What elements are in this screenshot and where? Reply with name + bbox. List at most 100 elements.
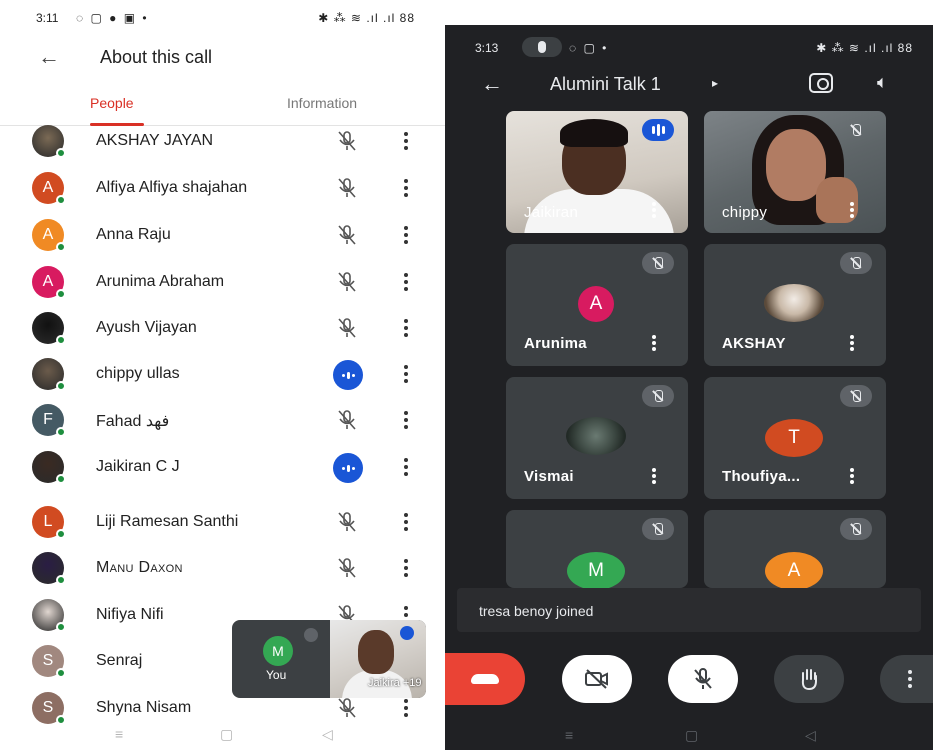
participant-name: chippy ullas bbox=[96, 365, 180, 382]
participant-row[interactable]: Ayush Vijayan bbox=[0, 306, 445, 352]
participant-avatar bbox=[32, 358, 66, 391]
online-status-dot bbox=[56, 195, 66, 205]
tile-name: chippy bbox=[722, 204, 768, 221]
more-vert-icon[interactable] bbox=[400, 176, 412, 200]
more-vert-icon[interactable] bbox=[400, 408, 412, 432]
toast-text: tresa benoy joined bbox=[479, 603, 594, 619]
mic-off-icon bbox=[338, 410, 356, 430]
switch-camera-icon[interactable] bbox=[809, 73, 833, 93]
more-vert-icon[interactable] bbox=[400, 556, 412, 580]
participant-name: Fahad فهد bbox=[96, 413, 170, 430]
online-status-dot bbox=[56, 335, 66, 345]
online-status-dot bbox=[56, 289, 66, 299]
more-vert-icon[interactable] bbox=[652, 468, 658, 484]
status-system-icons: ✱ ⁂ ≋ .ıl .ıl 88 bbox=[816, 41, 913, 55]
call-header: ← Alumini Talk 1 ▸ 🔈︎ bbox=[445, 65, 933, 105]
participant-row[interactable]: Jaikiran C J bbox=[0, 445, 445, 491]
mic-off-icon bbox=[338, 131, 356, 151]
participant-tile-a[interactable]: A bbox=[704, 510, 886, 588]
system-nav-bar: ≡ ▢ ◁ bbox=[0, 722, 445, 750]
more-vert-icon[interactable] bbox=[400, 270, 412, 294]
mic-off-icon bbox=[840, 252, 872, 274]
meeting-title[interactable]: Alumini Talk 1 bbox=[550, 74, 661, 95]
tab-information[interactable]: Information bbox=[287, 95, 357, 111]
camera-toggle-button[interactable] bbox=[562, 655, 632, 703]
arrow-left-icon[interactable]: ← bbox=[38, 44, 60, 70]
self-label: You bbox=[266, 668, 287, 682]
tile-name: Vismai bbox=[524, 468, 574, 485]
mic-off-icon bbox=[642, 385, 674, 407]
speaker-video-thumbnail: Jaikira +19 bbox=[330, 620, 426, 698]
chevron-right-icon[interactable]: ▸ bbox=[712, 76, 718, 90]
end-call-button[interactable] bbox=[445, 653, 525, 705]
more-vert-icon[interactable] bbox=[652, 335, 658, 351]
more-vert-icon[interactable] bbox=[850, 335, 856, 351]
tile-photo-avatar bbox=[764, 284, 824, 322]
home-nav-icon[interactable]: ▢ bbox=[220, 726, 233, 743]
participant-avatar: S bbox=[32, 692, 66, 725]
more-vert-icon[interactable] bbox=[400, 316, 412, 340]
online-status-dot bbox=[56, 529, 66, 539]
mic-off-icon bbox=[840, 518, 872, 540]
participant-row[interactable]: L Liji Ramesan Santhi bbox=[0, 500, 445, 546]
mic-off-icon bbox=[338, 272, 356, 292]
participant-avatar: A bbox=[32, 219, 66, 252]
self-avatar: M bbox=[263, 636, 293, 666]
participant-row[interactable]: A Arunima Abraham bbox=[0, 260, 445, 306]
participant-row[interactable]: A Anna Raju bbox=[0, 213, 445, 259]
menu-nav-icon[interactable]: ≡ bbox=[565, 727, 573, 743]
participant-tile-arunima[interactable]: A Arunima bbox=[506, 244, 688, 366]
tile-name: Arunima bbox=[524, 335, 587, 352]
participant-row[interactable]: F Fahad فهد bbox=[0, 398, 445, 444]
participant-name: Liji Ramesan Santhi bbox=[96, 513, 239, 530]
status-system-icons: ✱ ⁂ ≋ .ıl .ıl 88 bbox=[318, 11, 415, 25]
phone-hangup-icon bbox=[471, 674, 499, 684]
about-call-screen: 3:11 ◌ ▢ ● ▣ • ✱ ⁂ ≋ .ıl .ıl 88 ← About … bbox=[0, 0, 445, 750]
raise-hand-button[interactable] bbox=[774, 655, 844, 703]
more-vert-icon[interactable] bbox=[400, 455, 412, 479]
participant-tile-vismai[interactable]: Vismai bbox=[506, 377, 688, 499]
more-vert-icon[interactable] bbox=[850, 468, 856, 484]
participant-avatar bbox=[32, 552, 66, 585]
video-off-icon bbox=[585, 669, 608, 689]
more-vert-icon[interactable] bbox=[652, 202, 658, 218]
participant-tile-m[interactable]: M bbox=[506, 510, 688, 588]
home-nav-icon[interactable]: ▢ bbox=[685, 727, 698, 744]
participant-row[interactable]: Manu Daxon bbox=[0, 546, 445, 592]
self-view-pip[interactable]: M You Jaikira +19 bbox=[232, 620, 426, 698]
mic-off-icon bbox=[338, 318, 356, 338]
participant-avatar bbox=[32, 451, 66, 484]
online-status-dot bbox=[56, 668, 66, 678]
tile-photo-avatar bbox=[566, 417, 626, 455]
arrow-left-icon[interactable]: ← bbox=[481, 71, 503, 97]
participant-tile-jaikiran[interactable]: Jaikiran bbox=[506, 111, 688, 233]
more-vert-icon[interactable] bbox=[400, 223, 412, 247]
participant-avatar: F bbox=[32, 404, 66, 437]
more-vert-icon[interactable] bbox=[400, 362, 412, 386]
mic-off-icon bbox=[840, 385, 872, 407]
mic-toggle-button[interactable] bbox=[668, 655, 738, 703]
more-vert-icon[interactable] bbox=[400, 510, 412, 534]
participant-name: Anna Raju bbox=[96, 226, 171, 243]
more-vert-icon[interactable] bbox=[400, 129, 412, 153]
tab-people[interactable]: People bbox=[90, 95, 134, 111]
back-nav-icon[interactable]: ◁ bbox=[322, 726, 333, 743]
participant-avatar: S bbox=[32, 645, 66, 678]
status-bar: 3:11 ◌ ▢ ● ▣ • ✱ ⁂ ≋ .ıl .ıl 88 bbox=[0, 0, 445, 34]
menu-nav-icon[interactable]: ≡ bbox=[115, 726, 123, 742]
participant-row[interactable]: A Alfiya Alfiya shajahan bbox=[0, 166, 445, 212]
online-status-dot bbox=[56, 575, 66, 585]
participant-row[interactable]: chippy ullas bbox=[0, 352, 445, 398]
screenshot-stage: 3:11 ◌ ▢ ● ▣ • ✱ ⁂ ≋ .ıl .ıl 88 ← About … bbox=[0, 0, 933, 750]
more-vert-icon[interactable] bbox=[850, 202, 856, 218]
participant-row[interactable]: AKSHAY JAYAN bbox=[0, 119, 445, 165]
participant-tile-thoufiya[interactable]: T Thoufiya... bbox=[704, 377, 886, 499]
participant-tile-akshay[interactable]: AKSHAY bbox=[704, 244, 886, 366]
speaker-icon[interactable]: 🔈︎ bbox=[877, 72, 888, 93]
more-options-button[interactable] bbox=[880, 655, 933, 703]
participant-name: Arunima Abraham bbox=[96, 273, 225, 290]
more-vert-icon[interactable] bbox=[400, 696, 412, 720]
participant-tile-chippy[interactable]: chippy bbox=[704, 111, 886, 233]
back-nav-icon[interactable]: ◁ bbox=[805, 727, 816, 744]
mic-off-icon bbox=[338, 225, 356, 245]
